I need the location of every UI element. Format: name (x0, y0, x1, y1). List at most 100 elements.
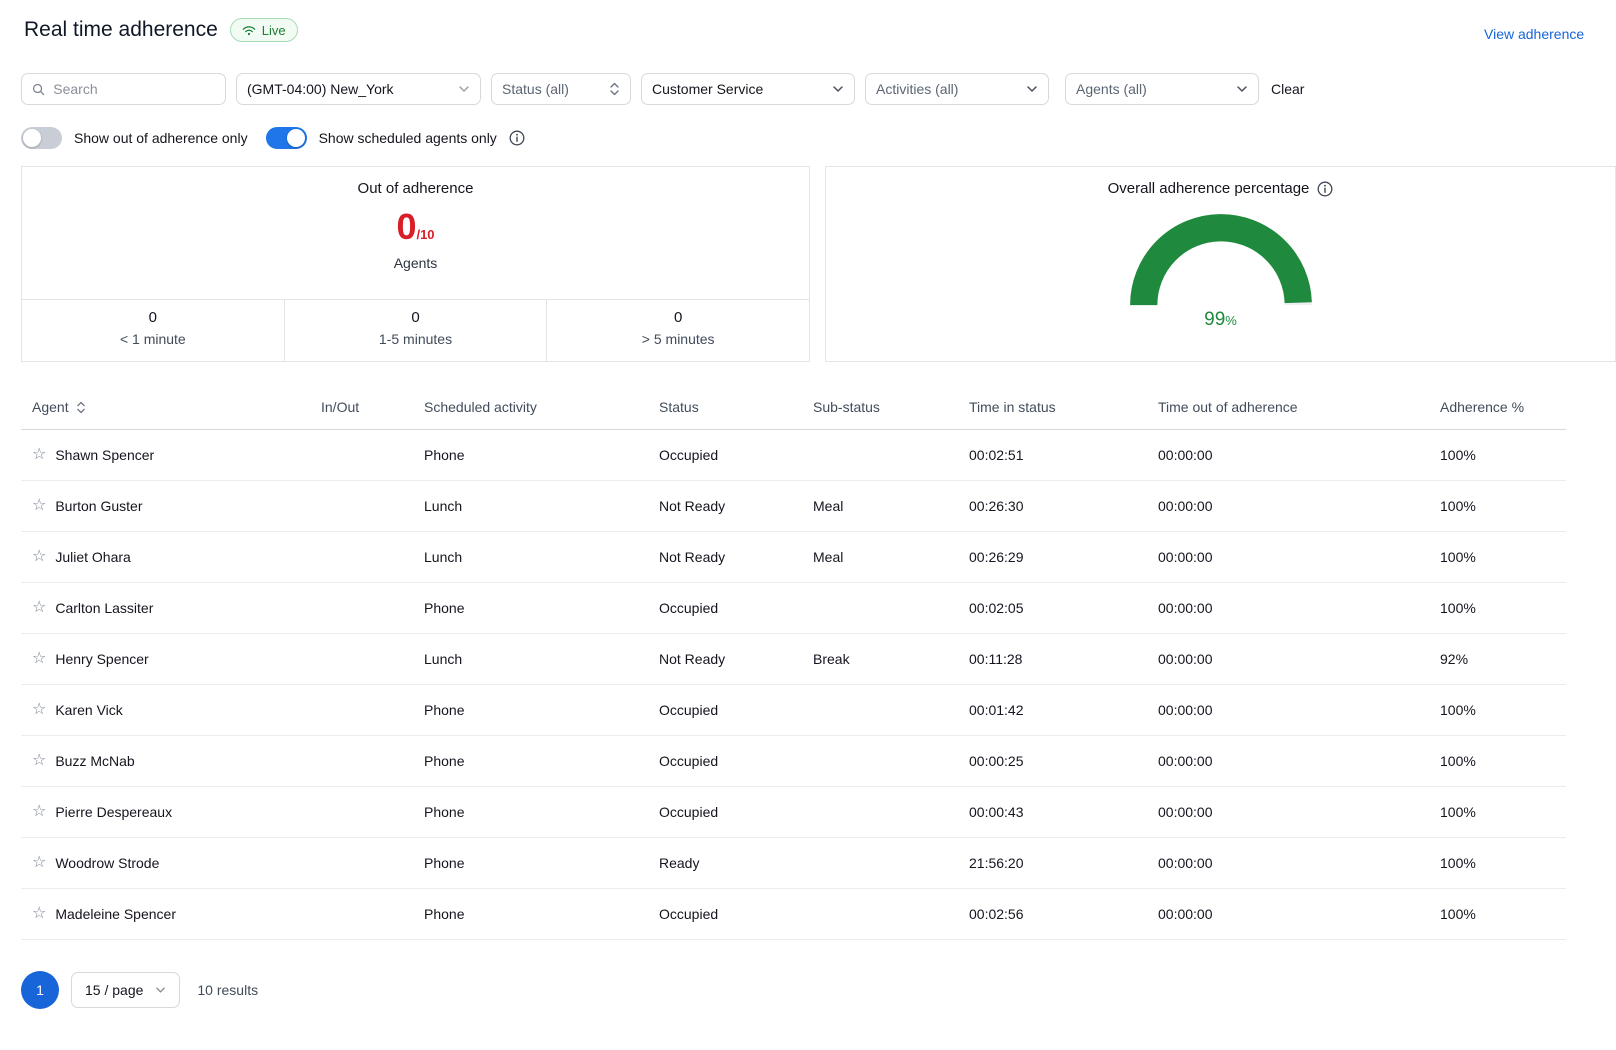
time-in-status-cell: 00:02:51 (958, 430, 1147, 481)
info-icon[interactable] (1317, 181, 1333, 197)
toggle-knob (23, 129, 41, 147)
agent-name: Buzz McNab (55, 753, 134, 769)
favorite-star-icon[interactable]: ☆ (32, 549, 46, 565)
bucket-value: 0 (22, 309, 284, 326)
table-row: ☆ Pierre Despereaux Phone Occupied 00:00… (21, 787, 1566, 838)
favorite-star-icon[interactable]: ☆ (32, 600, 46, 616)
scheduled-activity-cell: Phone (413, 583, 648, 634)
agent-name: Karen Vick (55, 702, 122, 718)
agent-name: Pierre Despereaux (55, 804, 172, 820)
favorite-star-icon[interactable]: ☆ (32, 804, 46, 820)
page-number-button[interactable]: 1 (21, 971, 59, 1009)
favorite-star-icon[interactable]: ☆ (32, 702, 46, 718)
time-out-of-adherence-cell: 00:00:00 (1147, 430, 1429, 481)
sub-status-cell (802, 736, 958, 787)
status-cell: Not Ready (648, 634, 802, 685)
favorite-star-icon[interactable]: ☆ (32, 906, 46, 922)
toggle-out-of-adherence-label: Show out of adherence only (74, 130, 248, 146)
scheduled-activity-cell: Lunch (413, 532, 648, 583)
chevron-down-icon (1236, 85, 1248, 93)
time-in-status-cell: 00:26:29 (958, 532, 1147, 583)
out-of-adherence-buckets: 0 < 1 minute 0 1-5 minutes 0 > 5 minutes (22, 299, 809, 361)
agents-value: Agents (all) (1076, 81, 1147, 97)
time-out-of-adherence-cell: 00:00:00 (1147, 583, 1429, 634)
page-size-value: 15 / page (85, 982, 143, 998)
filter-bar: (GMT-04:00) New_York Status (all) Custom… (21, 73, 1304, 105)
bucket-label: > 5 minutes (547, 331, 809, 347)
status-cell: Occupied (648, 736, 802, 787)
page-title: Real time adherence (24, 18, 218, 42)
page-size-select[interactable]: 15 / page (71, 972, 180, 1008)
bucket-label: 1-5 minutes (285, 331, 547, 347)
chevron-down-icon (155, 986, 166, 994)
timezone-select[interactable]: (GMT-04:00) New_York (236, 73, 481, 105)
team-select[interactable]: Customer Service (641, 73, 855, 105)
status-cell: Occupied (648, 889, 802, 940)
search-input[interactable] (53, 81, 215, 97)
favorite-star-icon[interactable]: ☆ (32, 447, 46, 463)
out-of-adherence-count-total: /10 (416, 227, 434, 242)
agents-select[interactable]: Agents (all) (1065, 73, 1259, 105)
table-row: ☆ Woodrow Strode Phone Ready 21:56:20 00… (21, 838, 1566, 889)
toggle-scheduled-agents[interactable] (266, 127, 307, 149)
agent-name: Carlton Lassiter (55, 600, 153, 616)
table-row: ☆ Juliet Ohara Lunch Not Ready Meal 00:2… (21, 532, 1566, 583)
favorite-star-icon[interactable]: ☆ (32, 651, 46, 667)
adherence-cell: 100% (1429, 787, 1566, 838)
view-adherence-link[interactable]: View adherence (1484, 26, 1584, 42)
agent-name: Woodrow Strode (55, 855, 159, 871)
chevron-down-icon (1026, 85, 1038, 93)
time-out-of-adherence-cell: 00:00:00 (1147, 532, 1429, 583)
table-row: ☆ Carlton Lassiter Phone Occupied 00:02:… (21, 583, 1566, 634)
out-of-adherence-title: Out of adherence (22, 180, 809, 197)
bucket-value: 0 (285, 309, 547, 326)
scheduled-activity-cell: Phone (413, 787, 648, 838)
adherence-percent-value: 99 (1204, 309, 1225, 330)
sub-status-cell (802, 889, 958, 940)
bucket-label: < 1 minute (22, 331, 284, 347)
activities-select[interactable]: Activities (all) (865, 73, 1049, 105)
table-body: ☆ Shawn Spencer Phone Occupied 00:02:51 … (21, 430, 1566, 940)
status-cell: Not Ready (648, 532, 802, 583)
time-out-of-adherence-cell: 00:00:00 (1147, 838, 1429, 889)
table-row: ☆ Madeleine Spencer Phone Occupied 00:02… (21, 889, 1566, 940)
status-cell: Occupied (648, 430, 802, 481)
status-cell: Occupied (648, 583, 802, 634)
time-in-status-cell: 00:01:42 (958, 685, 1147, 736)
toggle-bar: Show out of adherence only Show schedule… (21, 127, 525, 149)
sub-status-cell: Meal (802, 481, 958, 532)
table-row: ☆ Buzz McNab Phone Occupied 00:00:25 00:… (21, 736, 1566, 787)
adherence-cell: 100% (1429, 838, 1566, 889)
toggle-out-of-adherence[interactable] (21, 127, 62, 149)
adherence-cell: 100% (1429, 532, 1566, 583)
favorite-star-icon[interactable]: ☆ (32, 753, 46, 769)
scheduled-activity-cell: Lunch (413, 634, 648, 685)
favorite-star-icon[interactable]: ☆ (32, 498, 46, 514)
time-in-status-cell: 00:11:28 (958, 634, 1147, 685)
clear-filters-button[interactable]: Clear (1271, 81, 1304, 97)
adherence-cell: 100% (1429, 583, 1566, 634)
column-header-agent[interactable]: Agent (21, 399, 310, 430)
up-down-chevrons-icon (609, 82, 620, 96)
agents-table: Agent In/Out Scheduled activity Status S… (21, 399, 1566, 940)
team-value: Customer Service (652, 81, 763, 97)
scheduled-activity-cell: Phone (413, 736, 648, 787)
column-header-sub-status: Sub-status (802, 399, 958, 430)
chevron-down-icon (458, 85, 470, 93)
time-in-status-cell: 00:02:56 (958, 889, 1147, 940)
wifi-icon (242, 25, 256, 36)
table-row: ☆ Henry Spencer Lunch Not Ready Break 00… (21, 634, 1566, 685)
sub-status-cell (802, 685, 958, 736)
results-count: 10 results (197, 982, 258, 998)
overall-adherence-card: Overall adherence percentage 99% (825, 166, 1616, 362)
sub-status-cell: Break (802, 634, 958, 685)
favorite-star-icon[interactable]: ☆ (32, 855, 46, 871)
agent-name: Burton Guster (55, 498, 142, 514)
time-out-of-adherence-cell: 00:00:00 (1147, 634, 1429, 685)
gauge-chart (1121, 205, 1321, 307)
time-out-of-adherence-cell: 00:00:00 (1147, 787, 1429, 838)
info-icon[interactable] (509, 130, 525, 146)
status-filter-select[interactable]: Status (all) (491, 73, 631, 105)
chevron-down-icon (832, 85, 844, 93)
time-in-status-cell: 00:26:30 (958, 481, 1147, 532)
